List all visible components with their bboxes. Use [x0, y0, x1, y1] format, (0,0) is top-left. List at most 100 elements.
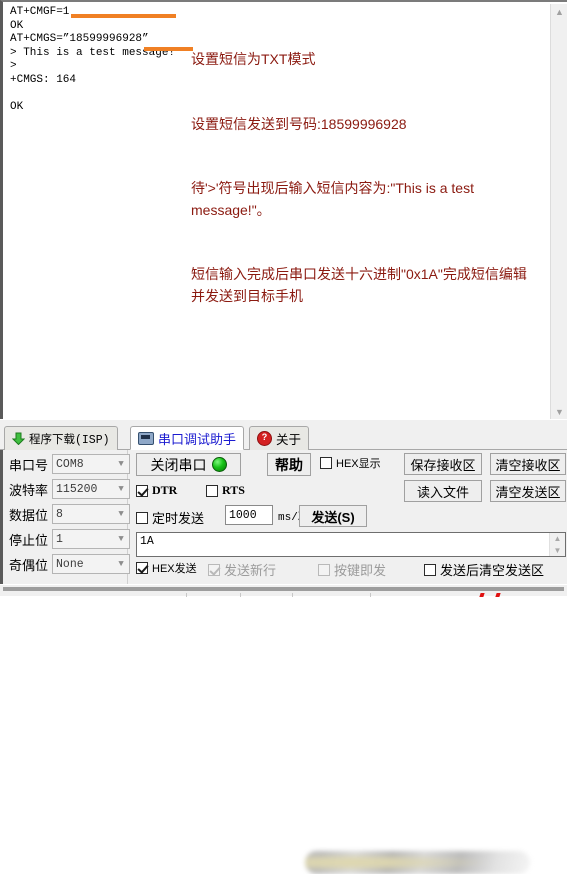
chevron-down-icon: ▼ — [118, 483, 124, 494]
key-send-checkbox: 按键即发 — [318, 560, 386, 579]
status-bar — [0, 584, 567, 597]
tab-serial-assistant[interactable]: 串口调试助手 — [130, 426, 245, 450]
status-bar-separator — [292, 593, 293, 597]
clear-receive-button-label: 清空接收区 — [495, 457, 561, 473]
tab-serial-assistant-label: 串口调试助手 — [158, 431, 237, 447]
send-interval-input[interactable]: 1000 — [225, 505, 273, 525]
setting-row-baud: 波特率 115200 ▼ — [9, 479, 131, 499]
send-textarea-value: 1A — [140, 535, 154, 548]
serial-debug-assistant-window: AT+CMGF=1 OK AT+CMGS=”18599996928” > Thi… — [0, 0, 567, 874]
send-textarea[interactable]: 1A ▲ ▼ — [136, 532, 566, 557]
hex-send-checkbox[interactable]: HEX发送 — [136, 560, 197, 576]
receive-area[interactable]: AT+CMGF=1 OK AT+CMGS=”18599996928” > Thi… — [0, 0, 567, 421]
close-port-button[interactable]: 关闭串口 — [136, 453, 241, 476]
tab-bar: 程序下载(ISP) 串口调试助手 ? 关于 — [0, 425, 567, 874]
send-newline-checkbox-box — [208, 563, 220, 576]
timed-send-checkbox-box — [136, 511, 148, 524]
annotation-line-4: 短信输入完成后串口发送十六进制"0x1A"完成短信编辑并发送到目标手机 — [191, 266, 527, 304]
clear-after-send-checkbox-label: 发送后清空发送区 — [440, 563, 545, 578]
annotation-leader-line-1 — [71, 14, 176, 18]
status-bar-separator — [370, 593, 371, 597]
status-bar-rule — [3, 587, 564, 591]
timed-send-checkbox[interactable]: 定时发送 — [136, 508, 204, 527]
read-file-button[interactable]: 读入文件 — [404, 480, 482, 502]
clear-after-send-checkbox[interactable]: 发送后清空发送区 — [424, 560, 544, 579]
tab-about-label: 关于 — [276, 433, 302, 447]
baud-combobox[interactable]: 115200 ▼ — [52, 479, 131, 499]
hex-send-checkbox-label: HEX发送 — [152, 563, 197, 575]
databits-combobox[interactable]: 8 ▼ — [52, 504, 131, 524]
chevron-down-icon: ▼ — [118, 558, 124, 569]
setting-row-databits: 数据位 8 ▼ — [9, 504, 131, 524]
clear-after-send-checkbox-box — [424, 563, 436, 576]
baud-combobox-value: 115200 — [56, 482, 98, 496]
send-button[interactable]: 发送(S) — [299, 505, 367, 527]
clear-send-button-label: 清空发送区 — [495, 484, 561, 500]
receive-text: AT+CMGF=1 OK AT+CMGS=”18599996928” > Thi… — [10, 6, 176, 114]
annotation-line-2: 设置短信发送到号码:18599996928 — [191, 115, 407, 132]
status-bar-separator — [186, 593, 187, 597]
rts-checkbox-label: RTS — [222, 483, 245, 497]
control-panel: 串口号 COM8 ▼ 波特率 115200 ▼ 数据位 8 ▼ 停止位 1 ▼ … — [0, 450, 567, 584]
send-interval-value: 1000 — [229, 508, 257, 522]
close-port-button-label: 关闭串口 — [150, 456, 207, 473]
stopbits-combobox-value: 1 — [56, 532, 63, 546]
read-file-button-label: 读入文件 — [416, 484, 469, 500]
save-receive-button-label: 保存接收区 — [410, 457, 476, 473]
scroll-down-icon[interactable]: ▼ — [550, 545, 565, 556]
port-status-led-icon — [211, 457, 227, 472]
setting-row-port: 串口号 COM8 ▼ — [9, 454, 131, 474]
rts-checkbox[interactable]: RTS — [206, 483, 245, 498]
port-combobox[interactable]: COM8 ▼ — [52, 454, 131, 474]
question-mark-icon: ? — [257, 431, 272, 446]
setting-label-port: 串口号 — [9, 457, 49, 473]
dtr-checkbox-label: DTR — [152, 483, 178, 497]
key-send-checkbox-label: 按键即发 — [334, 563, 387, 578]
status-bar-separator — [240, 593, 241, 597]
dtr-checkbox-box — [136, 484, 148, 497]
send-textarea-scrollbar[interactable]: ▲ ▼ — [549, 533, 565, 556]
hex-send-checkbox-box — [136, 562, 148, 574]
save-receive-button[interactable]: 保存接收区 — [404, 453, 482, 475]
annotation-line-3: 待'>'符号出现后输入短信内容为:"This is a test message… — [191, 180, 474, 218]
tab-program-download-label: 程序下载(ISP) — [29, 433, 110, 447]
help-button[interactable]: 帮助 — [267, 453, 311, 476]
clear-receive-button[interactable]: 清空接收区 — [490, 453, 566, 475]
send-button-label: 发送(S) — [311, 509, 355, 525]
setting-label-stopbits: 停止位 — [9, 532, 49, 548]
scroll-up-icon[interactable]: ▲ — [550, 533, 565, 544]
tab-about[interactable]: ? 关于 — [249, 426, 310, 450]
timed-send-checkbox-label: 定时发送 — [152, 511, 205, 526]
scroll-up-icon[interactable]: ▲ — [551, 4, 567, 21]
tab-program-download[interactable]: 程序下载(ISP) — [4, 426, 118, 450]
hex-display-checkbox-box — [320, 457, 332, 469]
annotation-line-1: 设置短信为TXT模式 — [191, 51, 316, 67]
send-newline-checkbox-label: 发送新行 — [224, 563, 277, 578]
setting-row-stopbits: 停止位 1 ▼ — [9, 529, 131, 549]
stopbits-combobox[interactable]: 1 ▼ — [52, 529, 131, 549]
setting-label-databits: 数据位 — [9, 507, 49, 523]
parity-combobox[interactable]: None ▼ — [52, 554, 131, 574]
download-arrow-icon — [11, 432, 26, 446]
setting-row-parity: 奇偶位 None ▼ — [9, 554, 131, 574]
receive-area-scrollbar[interactable]: ▲ ▼ — [550, 4, 567, 421]
hex-display-checkbox-label: HEX显示 — [336, 458, 381, 470]
chevron-down-icon: ▼ — [118, 508, 124, 519]
databits-combobox-value: 8 — [56, 507, 63, 521]
setting-label-parity: 奇偶位 — [9, 557, 49, 573]
status-indicator-mark — [495, 593, 501, 597]
annotation-leader-line-2 — [144, 47, 193, 51]
chevron-down-icon: ▼ — [118, 458, 124, 469]
redacted-region — [305, 851, 530, 874]
port-combobox-value: COM8 — [56, 457, 84, 471]
key-send-checkbox-box — [318, 563, 330, 576]
annotation-block: 设置短信为TXT模式 设置短信发送到号码:18599996928 待'>'符号出… — [191, 6, 541, 350]
setting-label-baud: 波特率 — [9, 482, 49, 498]
dtr-checkbox[interactable]: DTR — [136, 483, 177, 498]
rts-checkbox-box — [206, 484, 218, 497]
hex-display-checkbox[interactable]: HEX显示 — [320, 455, 381, 471]
parity-combobox-value: None — [56, 557, 84, 571]
send-newline-checkbox: 发送新行 — [208, 560, 276, 579]
serial-plug-icon — [138, 431, 154, 445]
clear-send-button[interactable]: 清空发送区 — [490, 480, 566, 502]
